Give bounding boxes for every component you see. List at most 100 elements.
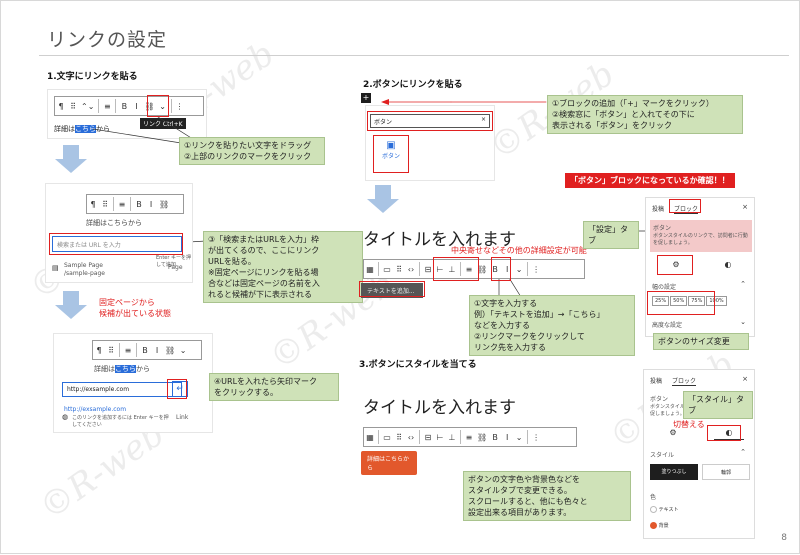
italic-button[interactable]: I (145, 200, 157, 209)
chevron-down-icon[interactable]: ⌄ (177, 346, 189, 355)
globe-icon: ◍ (62, 413, 69, 421)
chevron-up-icon[interactable]: ⌃ (740, 280, 746, 288)
chevron-down-icon[interactable]: ⌄ (740, 318, 746, 326)
document-page: ©R-web ©R-web ©R-web ©R-web ©R-web ©R-we… (0, 0, 800, 554)
move-icon[interactable]: ‹› (405, 265, 417, 274)
align-icon[interactable]: ≡ (463, 433, 475, 442)
paragraph-icon[interactable]: ¶ (93, 346, 105, 355)
italic-button[interactable]: I (151, 346, 163, 355)
width-label: 幅の設定 (652, 284, 677, 291)
highlight-button-text (359, 281, 425, 297)
close-icon[interactable]: × (742, 203, 748, 211)
settings-tab-note: 「設定」タブ (583, 221, 639, 249)
link-icon[interactable]: ⛓ (157, 200, 171, 209)
align-icon[interactable]: ≡ (122, 346, 134, 355)
highlight-block-tab (669, 199, 701, 213)
italic-button[interactable]: I (501, 433, 513, 442)
chevron-up-icon[interactable]: ⌃ (740, 448, 746, 456)
highlight-styles-tab (707, 425, 741, 441)
link-icon[interactable]: ⛓ (475, 433, 489, 442)
check-label: 「ボタン」ブロックになっているか確認！！ (565, 173, 735, 188)
block-toolbar: ¶ ⠿ ≡ B I ⛓ ⌄ (92, 340, 202, 360)
instruction-note: ①文字を入力する 例）「テキストを追加」→「こちら」 などを入力する ②リンクマ… (469, 295, 635, 356)
down-arrow-icon (63, 145, 79, 159)
style-label: スタイル (650, 452, 675, 459)
styled-button[interactable]: 詳細はこちらから (361, 451, 417, 475)
tab-post[interactable]: 投稿 (650, 378, 662, 385)
tab-post[interactable]: 投稿 (652, 206, 664, 213)
page-icon: ▤ (52, 264, 59, 272)
instruction-note: ボタンの文字色や背景色などを スタイルタブで変更できる。 スクロールすると、他に… (463, 471, 631, 521)
down-arrow-icon (55, 305, 87, 319)
down-arrow-icon (367, 199, 399, 213)
justify-center-icon[interactable]: ⊥ (446, 433, 458, 442)
url-result[interactable]: http://exsample.com (64, 406, 126, 413)
suggestion-item[interactable]: ▤ Sample Page /sample-page Page (52, 262, 186, 280)
buttons-icon[interactable]: ▦ (364, 265, 376, 274)
bold-button[interactable]: B (133, 200, 145, 209)
add-block-icon[interactable]: + (361, 93, 371, 103)
post-title-placeholder: タイトルを入れます (363, 398, 516, 418)
instruction-note: ①リンクを貼りたい文字をドラッグ ②上部のリンクのマークをクリック (179, 137, 325, 165)
tab-block[interactable]: ブロック (671, 378, 696, 386)
down-arrow-icon (375, 185, 391, 199)
highlight-button-block (373, 135, 409, 173)
color-label: 色 (650, 494, 657, 501)
instruction-note: ③「検索またはURLを入力」枠 が出てくるので、ここにリンク URLを貼る。 ※… (203, 231, 363, 303)
instruction-note: ④URLを入れたら矢印マーク をクリックする。 (209, 373, 339, 401)
panel-tabs: 投稿 ブロック (650, 376, 696, 386)
drag-handle-icon[interactable]: ⠿ (99, 200, 111, 209)
block-name: ボタン (653, 225, 672, 232)
color-swatch (650, 506, 657, 513)
highlight-search-input (49, 233, 183, 255)
buttons-icon[interactable]: ▦ (364, 433, 376, 442)
link-label: Link (176, 414, 189, 421)
more-options-icon[interactable]: ⋮ (530, 433, 542, 442)
section3-heading: 3.ボタンにスタイルを当てる (359, 360, 477, 370)
highlight-link-icon (491, 257, 511, 281)
move-icon[interactable]: ‹› (405, 433, 417, 442)
url-input[interactable]: http://exsample.com (62, 382, 182, 397)
drag-handle-icon[interactable]: ⠿ (393, 433, 405, 442)
tab-styles[interactable]: ◐ (712, 260, 744, 274)
paragraph-icon[interactable]: ¶ (87, 200, 99, 209)
button-icon[interactable]: ▭ (381, 433, 393, 442)
highlight-width-options (647, 291, 715, 315)
style-option-outline[interactable]: 輪郭 (702, 464, 750, 480)
paragraph-text: 詳細はこちらから (86, 219, 142, 227)
drag-handle-icon[interactable]: ⠿ (393, 265, 405, 274)
button-icon[interactable]: ▭ (381, 265, 393, 274)
down-arrow-icon (55, 159, 87, 173)
red-annotation: 中央寄せなどその他の詳細設定が可能 (451, 246, 587, 255)
link-icon[interactable]: ⛓ (163, 346, 177, 355)
style-option-fill[interactable]: 塗りつぶし (650, 464, 698, 480)
url-hint: このリンクを追加するには Enter キーを押してください (72, 415, 169, 428)
paragraph-text: 詳細はこちらから (94, 365, 150, 373)
drag-handle-icon[interactable]: ⠿ (105, 346, 117, 355)
block-toolbar: ▦ ▭ ⠿ ‹› ⊟ ⊢ ⊥ ≡ ⛓ B I ⌄ ⋮ (363, 427, 577, 447)
justify-left-icon[interactable]: ⊢ (434, 433, 446, 442)
bold-button[interactable]: B (139, 346, 151, 355)
highlight-submit-button (167, 379, 187, 399)
block-desc: ボタンスタイルのリンクで、訪問者に行動を促しましょう。 (653, 233, 748, 246)
highlight-search (367, 111, 493, 131)
advanced-label[interactable]: 高度な設定 (652, 320, 682, 329)
bold-button[interactable]: B (489, 433, 501, 442)
color-item-background[interactable]: 背景 (650, 522, 669, 529)
suggestion-type: Page (168, 264, 183, 271)
more-options-icon[interactable]: ⋮ (530, 265, 542, 274)
highlight-alignment (433, 257, 479, 281)
highlight-settings-tab (657, 255, 693, 275)
align-icon[interactable]: ≡ (116, 200, 128, 209)
align-center-icon[interactable]: ⊟ (422, 433, 434, 442)
instruction-note: ①ブロックの追加（「+」マークをクリック） ②検索窓に「ボタン」と入れてその下に… (547, 95, 743, 134)
color-swatch (650, 522, 657, 529)
red-annotation: 固定ページから 候補が出ている状態 (99, 298, 171, 318)
page-number: 8 (781, 533, 787, 543)
close-icon[interactable]: × (742, 375, 748, 383)
down-arrow-icon (63, 291, 79, 305)
size-note: ボタンのサイズ変更 (653, 333, 749, 350)
chevron-down-icon[interactable]: ⌄ (513, 265, 525, 274)
chevron-down-icon[interactable]: ⌄ (513, 433, 525, 442)
color-item-text[interactable]: テキスト (650, 506, 678, 513)
